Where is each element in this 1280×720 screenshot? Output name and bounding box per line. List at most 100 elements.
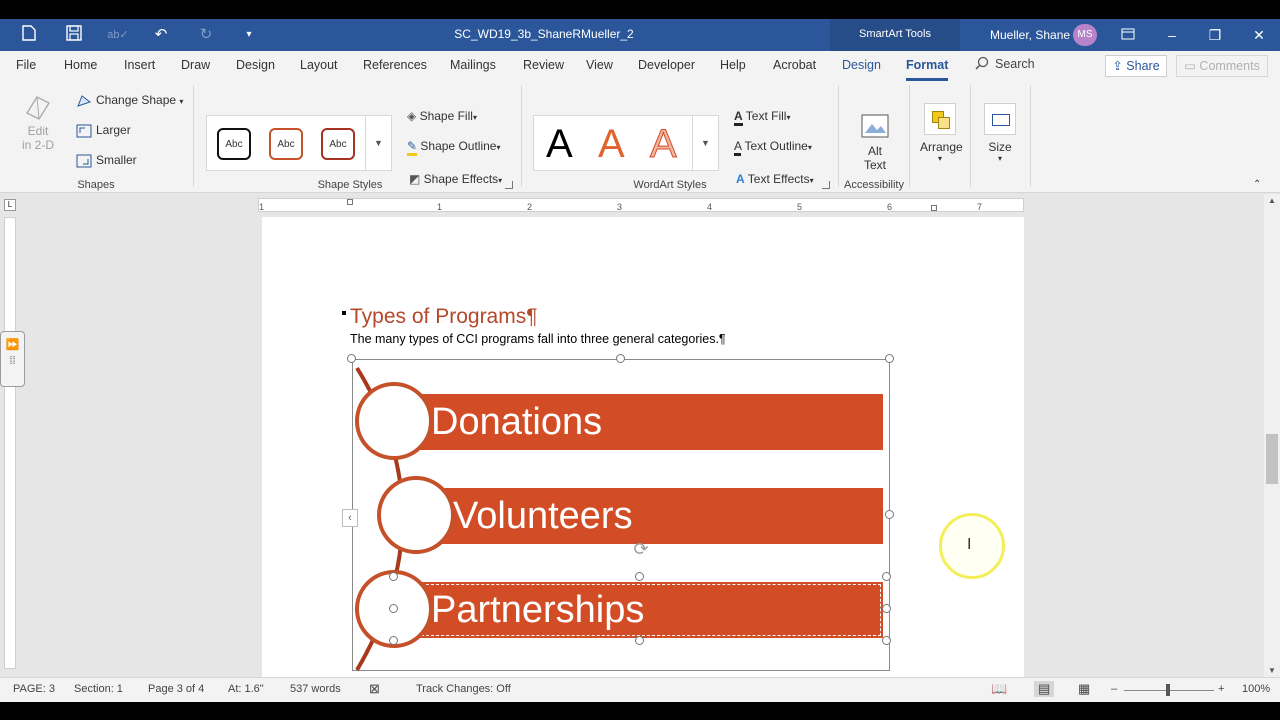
gallery-more-icon[interactable]: ▼	[365, 116, 391, 170]
zoom-out-icon[interactable]: –	[1111, 683, 1117, 695]
smartart-bar-donations[interactable]: Donations	[419, 394, 883, 450]
shape-handle[interactable]	[389, 636, 398, 645]
word-window: ab✓ ↶ ↻ ▾ SC_WD19_3b_ShaneRMueller_2 Sma…	[0, 19, 1280, 702]
text-fill-button[interactable]: A Text Fill▾	[734, 109, 790, 126]
resize-handle[interactable]	[347, 354, 356, 363]
smartart-frame[interactable]: Donations Volunteers Partnerships	[352, 359, 890, 672]
read-mode-icon[interactable]: 📖	[991, 681, 1007, 697]
tab-mailings[interactable]: Mailings	[450, 58, 496, 72]
shape-handle[interactable]	[882, 604, 891, 613]
collapse-ribbon-icon[interactable]: ⌃	[1253, 179, 1261, 190]
wordart-style-black[interactable]: A	[546, 122, 573, 166]
tab-format[interactable]: Format	[906, 58, 948, 72]
tab-file[interactable]: File	[16, 58, 36, 72]
status-page[interactable]: PAGE: 3	[13, 683, 55, 695]
indent-marker[interactable]	[347, 199, 353, 205]
rotate-handle-icon[interactable]: ⟳	[631, 539, 651, 559]
smartart-bar-partnerships[interactable]: Partnerships	[419, 582, 883, 638]
navigation-pane-handle[interactable]: ⏩ ⁞⁞	[0, 331, 25, 387]
user-name[interactable]: Mueller, Shane	[990, 28, 1070, 42]
tab-insert[interactable]: Insert	[124, 58, 155, 72]
tab-help[interactable]: Help	[720, 58, 746, 72]
tab-design[interactable]: Design	[236, 58, 275, 72]
share-button[interactable]: ⇪ Share	[1105, 55, 1167, 77]
shape-styles-launcher-icon[interactable]	[505, 181, 513, 189]
wordart-styles-launcher-icon[interactable]	[822, 181, 830, 189]
text-effects-button[interactable]: A Text Effects▾	[736, 172, 814, 186]
resize-handle[interactable]	[616, 354, 625, 363]
avatar[interactable]: MS	[1073, 24, 1097, 46]
change-shape-button[interactable]: Change Shape ▾	[76, 93, 183, 108]
shape-handle[interactable]	[635, 572, 644, 581]
shape-style-red[interactable]: Abc	[321, 128, 355, 160]
alt-text-button[interactable]: Alt Text	[856, 113, 894, 172]
scroll-up-icon[interactable]: ▲	[1264, 196, 1280, 205]
status-at[interactable]: At: 1.6"	[228, 683, 264, 695]
shape-handle[interactable]	[389, 572, 398, 581]
shape-handle[interactable]	[635, 636, 644, 645]
tab-developer[interactable]: Developer	[638, 58, 695, 72]
right-indent-marker[interactable]	[931, 205, 937, 211]
gallery-more-icon[interactable]: ▼	[692, 116, 718, 170]
search-box[interactable]: Search	[975, 56, 1035, 71]
smaller-label: Smaller	[96, 153, 137, 167]
tab-home[interactable]: Home	[64, 58, 97, 72]
group-divider	[970, 85, 971, 187]
tab-layout[interactable]: Layout	[300, 58, 338, 72]
zoom-in-icon[interactable]: +	[1218, 683, 1224, 695]
shape-outline-button[interactable]: ✎ Shape Outline▾	[407, 139, 500, 156]
scroll-thumb[interactable]	[1266, 434, 1278, 484]
smartart-circle[interactable]	[377, 476, 455, 554]
web-layout-icon[interactable]: ▦	[1078, 681, 1090, 697]
chevron-down-icon: ▾	[498, 176, 503, 185]
body-paragraph[interactable]: The many types of CCI programs fall into…	[350, 332, 726, 346]
tab-view[interactable]: View	[586, 58, 613, 72]
shape-style-black[interactable]: Abc	[217, 128, 251, 160]
scroll-down-icon[interactable]: ▼	[1264, 666, 1280, 675]
smartart-bar-volunteers[interactable]: Volunteers	[441, 488, 883, 544]
tab-references[interactable]: References	[363, 58, 427, 72]
shape-fill-button[interactable]: ◈ Shape Fill▾	[407, 109, 477, 123]
wordart-style-outline[interactable]: A	[650, 122, 678, 167]
proofing-icon[interactable]: ⊠	[369, 681, 380, 697]
tab-review[interactable]: Review	[523, 58, 564, 72]
tab-draw[interactable]: Draw	[181, 58, 210, 72]
size-button[interactable]: Size ▾	[980, 103, 1020, 163]
shape-effects-button[interactable]: ◩ Shape Effects▾	[409, 172, 502, 186]
shape-handle[interactable]	[882, 572, 891, 581]
ribbon-display-options-icon[interactable]	[1116, 25, 1140, 45]
shape-handle[interactable]	[882, 636, 891, 645]
print-layout-icon[interactable]: ▤	[1034, 681, 1055, 697]
smaller-button[interactable]: Smaller	[76, 153, 137, 168]
close-icon[interactable]: ✕	[1247, 25, 1271, 45]
group-divider	[909, 85, 910, 187]
zoom-slider-thumb[interactable]	[1166, 684, 1170, 696]
tab-selector[interactable]: L	[4, 199, 16, 211]
edit-2d-icon	[26, 96, 50, 120]
text-outline-label: Text Outline	[744, 139, 808, 153]
shape-style-orange[interactable]: Abc	[269, 128, 303, 160]
tab-smartart-design[interactable]: Design	[842, 58, 881, 72]
status-page-of[interactable]: Page 3 of 4	[148, 683, 204, 695]
smartart-circle[interactable]	[355, 382, 433, 460]
restore-icon[interactable]: ❐	[1203, 25, 1227, 45]
vertical-scrollbar[interactable]: ▲ ▼	[1264, 194, 1280, 677]
status-section[interactable]: Section: 1	[74, 683, 123, 695]
shape-handle[interactable]	[389, 604, 398, 613]
resize-handle[interactable]	[885, 510, 894, 519]
tab-acrobat[interactable]: Acrobat	[773, 58, 816, 72]
text-pane-toggle-icon[interactable]: ‹	[342, 509, 358, 527]
status-track-changes[interactable]: Track Changes: Off	[416, 683, 511, 695]
arrange-button[interactable]: Arrange ▾	[920, 103, 963, 163]
edit-2d-label: Edit in 2-D	[21, 124, 54, 152]
wordart-style-orange[interactable]: A	[598, 122, 625, 166]
minimize-icon[interactable]: –	[1160, 25, 1184, 45]
larger-button[interactable]: Larger	[76, 123, 131, 138]
text-outline-button[interactable]: A Text Outline▾	[734, 139, 812, 156]
status-word-count[interactable]: 537 words	[290, 683, 341, 695]
resize-handle[interactable]	[885, 354, 894, 363]
page-heading[interactable]: Types of Programs¶	[350, 305, 538, 329]
horizontal-ruler[interactable]: 1 1 2 3 4 5 6 7	[258, 198, 1024, 212]
zoom-level[interactable]: 100%	[1242, 683, 1270, 695]
ruler-number: 2	[527, 202, 533, 212]
